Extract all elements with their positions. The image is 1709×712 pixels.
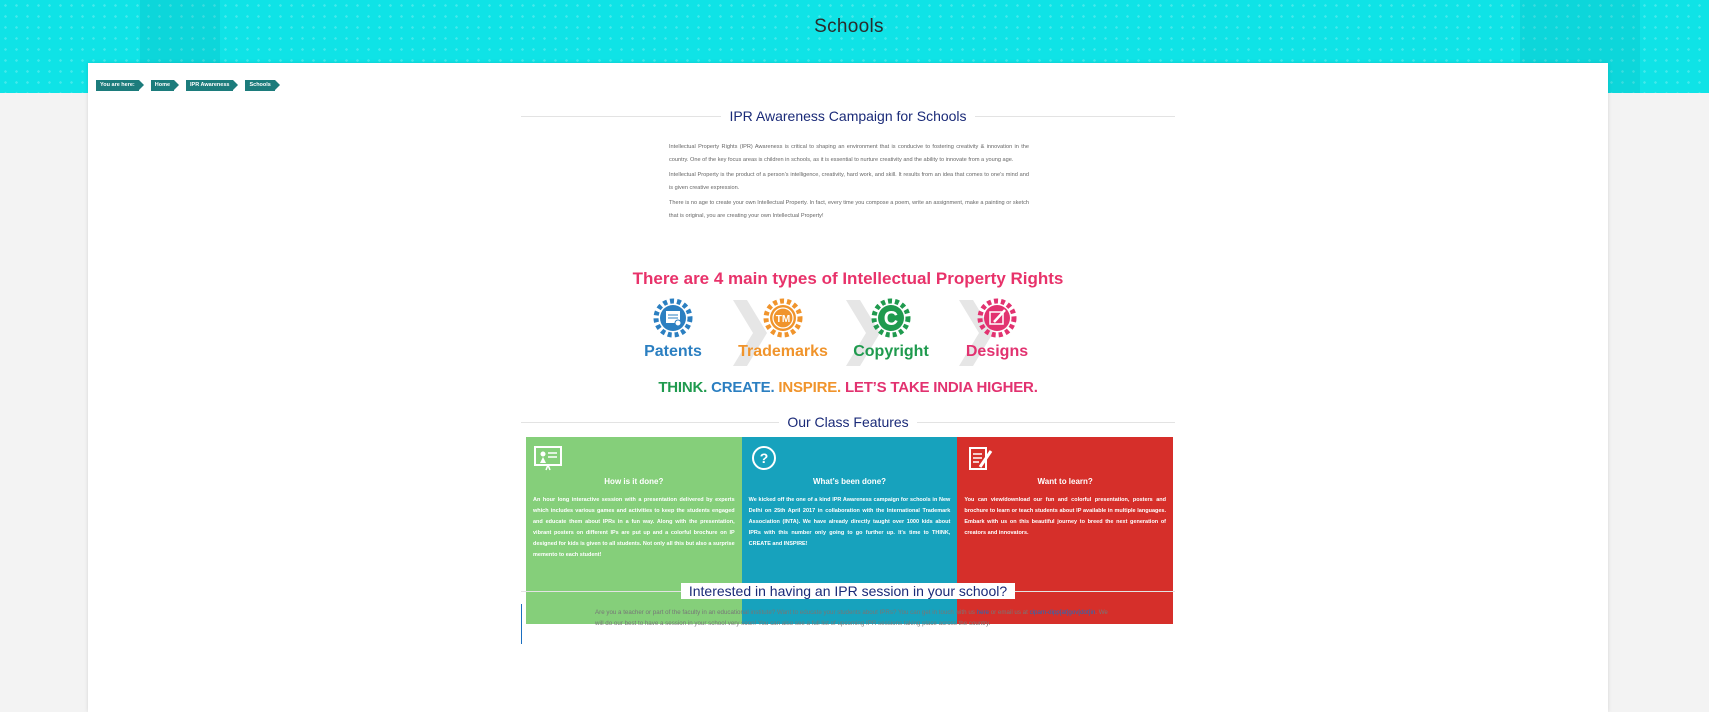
notepad-pencil-icon bbox=[969, 447, 993, 470]
svg-text:?: ? bbox=[759, 450, 768, 466]
ipr-type-label: Designs bbox=[965, 343, 1029, 360]
question-circle-icon: ? bbox=[751, 446, 776, 470]
intro-paragraph: Intellectual Property is the product of … bbox=[669, 172, 1029, 191]
content-card: You are here: Home IPR Awareness Schools… bbox=[88, 63, 1608, 712]
breadcrumb-home-link[interactable]: Home bbox=[150, 80, 180, 91]
interested-heading: Interested in having an IPR session in y… bbox=[521, 581, 1175, 601]
breadcrumb-ipr-awareness-link[interactable]: IPR Awareness bbox=[186, 80, 239, 91]
copyright-icon: C bbox=[871, 298, 911, 338]
breadcrumb: You are here: Home IPR Awareness Schools bbox=[96, 80, 281, 91]
presentation-board-icon bbox=[534, 446, 562, 471]
feature-body: An hour long interactive session with a … bbox=[533, 497, 735, 558]
slogan-create: CREATE. bbox=[711, 379, 775, 396]
contact-here-link[interactable]: here bbox=[977, 609, 989, 616]
ipr-type-trademarks: TM Trademarks bbox=[728, 298, 838, 361]
ipr-type-copyright: C Copyright bbox=[836, 298, 946, 361]
feature-title: How is it done? bbox=[604, 477, 664, 486]
svg-text:TM: TM bbox=[776, 314, 790, 325]
contact-block: Are you a teacher or part of the faculty… bbox=[521, 604, 1122, 644]
design-pencil-icon bbox=[977, 298, 1017, 338]
feature-body: We kicked off the one of a kind IPR Awar… bbox=[748, 497, 951, 547]
slogan-india-higher: LET’S TAKE INDIA HIGHER. bbox=[844, 379, 1038, 396]
ipr-types-title: There are 4 main types of Intellectual P… bbox=[632, 269, 1064, 288]
ipr-type-designs: Designs bbox=[942, 298, 1052, 361]
ipr-type-label: Trademarks bbox=[738, 343, 828, 360]
campaign-heading-text: IPR Awareness Campaign for Schools bbox=[721, 108, 975, 124]
intro-text: Intellectual Property Rights (IPR) Aware… bbox=[669, 141, 1029, 225]
svg-text:C: C bbox=[884, 308, 898, 330]
breadcrumb-current: Schools bbox=[245, 80, 281, 91]
page-title: Schools bbox=[814, 16, 884, 37]
intro-paragraph: Intellectual Property Rights (IPR) Aware… bbox=[669, 144, 1029, 163]
breadcrumb-prefix: You are here: bbox=[96, 80, 144, 91]
intro-paragraph: There is no age to create your own Intel… bbox=[669, 200, 1029, 219]
ipr-type-label: Patents bbox=[644, 343, 702, 360]
feature-body: You can view/download our fun and colorf… bbox=[964, 497, 1167, 536]
features-heading-text: Our Class Features bbox=[779, 414, 917, 430]
feature-title: Want to learn? bbox=[1037, 477, 1093, 486]
ipr-type-label: Copyright bbox=[853, 343, 929, 360]
feature-title: What’s been done? bbox=[812, 477, 887, 486]
contact-text-part: Are you a teacher or part of the faculty… bbox=[595, 609, 977, 616]
slogan-think: THINK. bbox=[658, 379, 708, 396]
contact-text: Are you a teacher or part of the faculty… bbox=[595, 608, 1108, 629]
slogan: THINK. CREATE. INSPIRE. LET’S TAKE INDIA… bbox=[521, 379, 1175, 396]
patent-certificate-icon bbox=[653, 298, 693, 338]
slogan-inspire: INSPIRE. bbox=[778, 379, 841, 396]
interested-heading-text: Interested in having an IPR session in y… bbox=[680, 583, 1016, 599]
campaign-heading: IPR Awareness Campaign for Schools bbox=[521, 106, 1175, 126]
ipr-types-graphic: Patents TM Trademarks C Copyright Design… bbox=[636, 298, 1136, 368]
features-heading: Our Class Features bbox=[521, 412, 1175, 432]
contact-email-link[interactable]: cipam-dipp[at]gov[dot]in bbox=[1030, 609, 1096, 616]
contact-text-part: or email us at bbox=[988, 609, 1030, 616]
tm-icon: TM bbox=[763, 298, 803, 338]
ipr-type-patents: Patents bbox=[618, 298, 728, 361]
